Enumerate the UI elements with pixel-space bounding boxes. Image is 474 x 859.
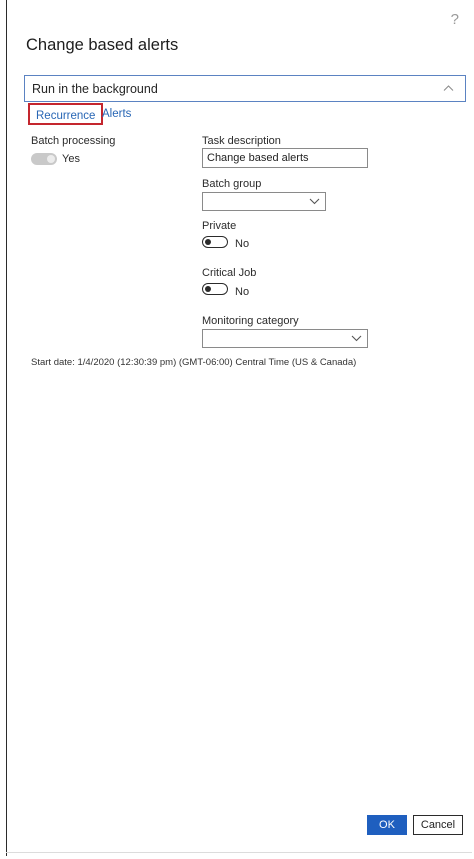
batch-group-label: Batch group: [202, 178, 262, 190]
batch-processing-label: Batch processing: [31, 135, 116, 147]
section-header-run-in-background[interactable]: Run in the background: [24, 75, 466, 102]
chevron-up-icon[interactable]: [443, 83, 454, 94]
private-label: Private: [202, 220, 237, 232]
dialog-title: Change based alerts: [26, 36, 179, 54]
section-title: Run in the background: [32, 82, 158, 96]
task-description-label: Task description: [202, 135, 281, 147]
toggle-knob: [205, 238, 211, 245]
tab-alerts[interactable]: Alerts: [102, 103, 131, 125]
cancel-button[interactable]: Cancel: [413, 815, 463, 835]
panel-bottom-divider: [6, 852, 472, 853]
tab-recurrence[interactable]: Recurrence: [28, 103, 104, 125]
start-date-text: Start date: 1/4/2020 (12:30:39 pm) (GMT-…: [31, 357, 357, 368]
critical-job-label: Critical Job: [202, 267, 257, 279]
toggle-knob: [205, 285, 211, 292]
help-icon[interactable]: ?: [451, 12, 459, 27]
batch-processing-toggle[interactable]: [31, 153, 57, 165]
critical-job-value: No: [235, 286, 250, 298]
chevron-down-icon: [351, 335, 362, 342]
toggle-knob: [47, 155, 55, 163]
ok-button[interactable]: OK: [367, 815, 407, 835]
critical-job-toggle[interactable]: [202, 283, 228, 295]
private-value: No: [235, 238, 250, 250]
batch-group-select[interactable]: [202, 192, 326, 211]
monitoring-category-label: Monitoring category: [202, 315, 299, 327]
batch-processing-value: Yes: [62, 153, 80, 165]
task-description-input[interactable]: [202, 148, 368, 168]
chevron-down-icon: [309, 198, 320, 205]
dialog-panel: ? Change based alerts Run in the backgro…: [6, 0, 473, 856]
monitoring-category-select[interactable]: [202, 329, 368, 348]
private-toggle[interactable]: [202, 236, 228, 248]
